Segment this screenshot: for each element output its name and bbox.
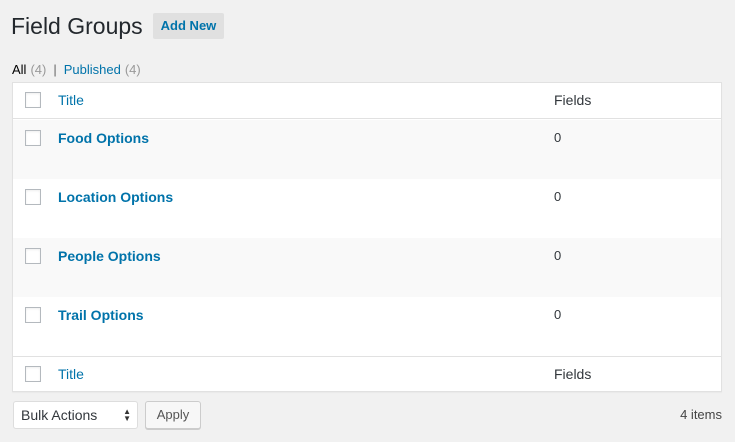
column-title-header[interactable]: Title	[58, 92, 84, 108]
add-new-button[interactable]: Add New	[152, 13, 225, 39]
table-footer-row: Title Fields	[13, 356, 721, 391]
bulk-actions-label: Bulk Actions	[21, 407, 98, 423]
row-title-link[interactable]: Location Options	[58, 189, 173, 205]
row-fields-count: 0	[554, 248, 562, 263]
row-checkbox[interactable]	[25, 248, 41, 264]
row-fields-count: 0	[554, 307, 562, 322]
apply-button[interactable]: Apply	[145, 401, 201, 429]
page-title: Field Groups	[11, 13, 143, 39]
row-title-link[interactable]: Trail Options	[58, 307, 144, 323]
table-header-row: Title Fields	[13, 83, 721, 119]
table-row: Trail Options 0	[13, 297, 721, 356]
filter-all-count: (4)	[30, 62, 47, 77]
items-count: 4 items	[680, 407, 722, 422]
column-title-footer[interactable]: Title	[58, 366, 84, 382]
row-fields-count: 0	[554, 189, 562, 204]
row-checkbox[interactable]	[25, 130, 41, 146]
row-checkbox[interactable]	[25, 307, 41, 323]
row-checkbox[interactable]	[25, 189, 41, 205]
table-row: Food Options 0	[13, 120, 721, 179]
table-row: Location Options 0	[13, 179, 721, 238]
status-filters: All (4) | Published (4)	[12, 61, 141, 79]
column-fields-header: Fields	[554, 92, 592, 108]
row-fields-count: 0	[554, 130, 562, 145]
field-groups-table: Title Fields Food Options 0 Location Opt…	[12, 82, 722, 392]
filter-separator: |	[53, 62, 57, 77]
row-title-link[interactable]: Food Options	[58, 130, 149, 146]
select-all-checkbox-footer[interactable]	[25, 366, 41, 382]
bulk-actions-select[interactable]: Bulk Actions ▲ ▼	[13, 401, 138, 429]
select-all-checkbox[interactable]	[25, 92, 41, 108]
select-arrows-icon: ▲ ▼	[123, 407, 131, 423]
filter-all[interactable]: All	[12, 61, 26, 79]
column-fields-footer: Fields	[554, 366, 592, 382]
row-title-link[interactable]: People Options	[58, 248, 161, 264]
page-header: Field Groups Add New	[11, 10, 225, 42]
filter-published[interactable]: Published	[64, 61, 121, 79]
table-row: People Options 0	[13, 238, 721, 297]
filter-published-count: (4)	[124, 62, 141, 77]
